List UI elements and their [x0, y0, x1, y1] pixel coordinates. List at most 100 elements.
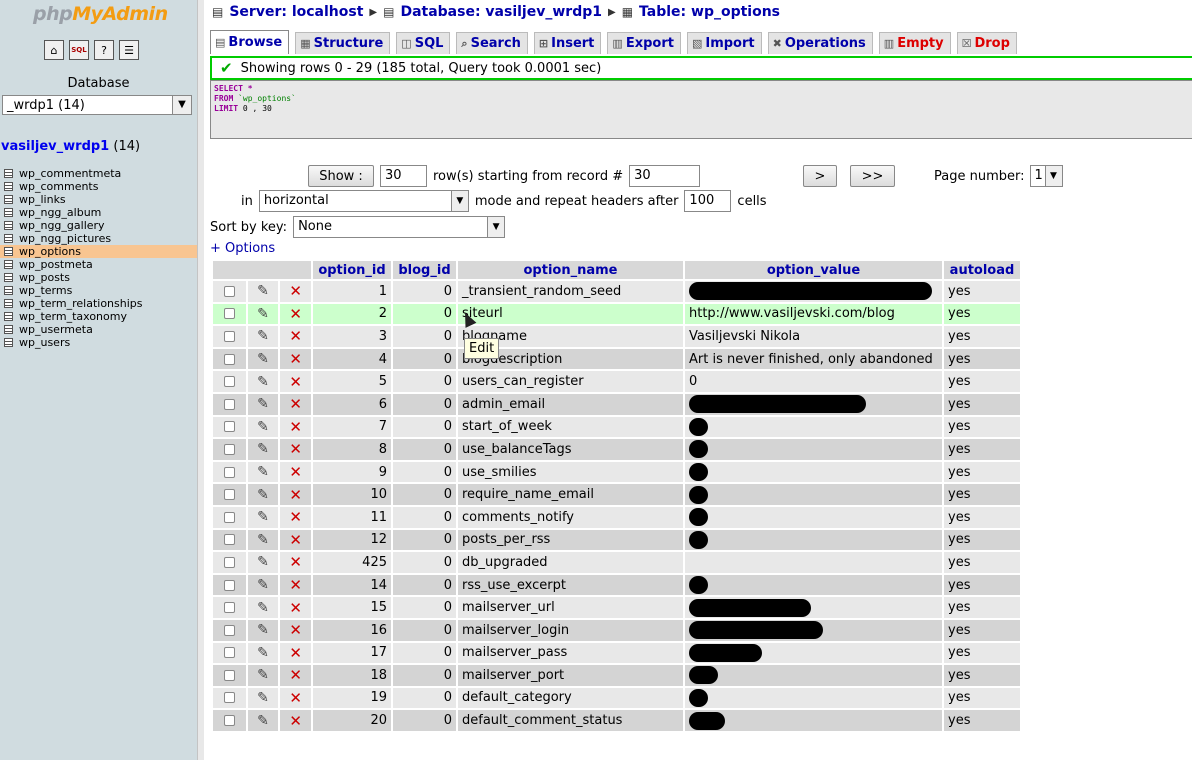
edit-pencil-icon[interactable]: ✎ [257, 509, 269, 525]
delete-x-icon[interactable]: ✕ [289, 463, 302, 481]
table-icon[interactable] [4, 260, 13, 269]
edit-pencil-icon[interactable]: ✎ [257, 351, 269, 367]
delete-x-icon[interactable]: ✕ [289, 350, 302, 368]
row-checkbox[interactable] [223, 511, 235, 523]
tab-drop[interactable]: ☒ Drop [956, 32, 1017, 54]
edit-pencil-icon[interactable]: ✎ [257, 554, 269, 570]
repeat-headers-input[interactable]: 100 [684, 190, 732, 212]
delete-x-icon[interactable]: ✕ [289, 373, 302, 391]
sidebar-item-wp-users[interactable]: wp_users [0, 336, 197, 349]
display-mode-select[interactable]: horizontal ▼ [258, 190, 469, 212]
rows-input[interactable]: 30 [380, 165, 427, 187]
table-icon[interactable] [4, 299, 13, 308]
sidebar-item-wp-ngg-pictures[interactable]: wp_ngg_pictures [0, 232, 197, 245]
edit-pencil-icon[interactable]: ✎ [257, 328, 269, 344]
edit-pencil-icon[interactable]: ✎ [257, 396, 269, 412]
edit-pencil-icon[interactable]: ✎ [257, 667, 269, 683]
sidebar-item-label[interactable]: wp_term_relationships [19, 297, 143, 310]
table-icon[interactable] [4, 221, 13, 230]
sidebar-item-wp-ngg-album[interactable]: wp_ngg_album [0, 206, 197, 219]
edit-pencil-icon[interactable]: ✎ [257, 622, 269, 638]
docs-icon[interactable]: ? [94, 40, 114, 60]
edit-pencil-icon[interactable]: ✎ [257, 600, 269, 616]
delete-x-icon[interactable]: ✕ [289, 644, 302, 662]
delete-x-icon[interactable]: ✕ [289, 621, 302, 639]
col-header-option-id[interactable]: option_id [313, 261, 391, 279]
query-icon[interactable]: ☰ [119, 40, 139, 60]
tab-import[interactable]: ▧ Import [686, 32, 762, 54]
sidebar-item-wp-ngg-gallery[interactable]: wp_ngg_gallery [0, 219, 197, 232]
col-header-autoload[interactable]: autoload [944, 261, 1020, 279]
sidebar-item-label[interactable]: wp_postmeta [19, 258, 93, 271]
sidebar-item-wp-usermeta[interactable]: wp_usermeta [0, 323, 197, 336]
tab-operations[interactable]: ✖ Operations [767, 32, 873, 54]
database-select[interactable]: _wrdp1 (14) ▼ [2, 95, 192, 115]
delete-x-icon[interactable]: ✕ [289, 440, 302, 458]
sort-key-select[interactable]: None ▼ [293, 216, 506, 238]
row-checkbox[interactable] [223, 556, 235, 568]
phpmyadmin-logo[interactable]: phpMyAdmin [33, 3, 168, 25]
table-icon[interactable] [4, 208, 13, 217]
table-icon[interactable] [4, 325, 13, 334]
row-checkbox[interactable] [223, 579, 235, 591]
sidebar-item-label[interactable]: wp_users [19, 336, 70, 349]
sidebar-item-wp-postmeta[interactable]: wp_postmeta [0, 258, 197, 271]
sidebar-item-label[interactable]: wp_terms [19, 284, 72, 297]
breadcrumb-server[interactable]: Server: localhost [229, 4, 363, 20]
show-button[interactable]: Show : [308, 165, 374, 187]
options-link[interactable]: + Options [210, 241, 275, 256]
sidebar-item-wp-links[interactable]: wp_links [0, 193, 197, 206]
table-icon[interactable] [4, 247, 13, 256]
delete-x-icon[interactable]: ✕ [289, 508, 302, 526]
delete-x-icon[interactable]: ✕ [289, 576, 302, 594]
delete-x-icon[interactable]: ✕ [289, 689, 302, 707]
col-header-option-value[interactable]: option_value [685, 261, 942, 279]
table-icon[interactable] [4, 338, 13, 347]
delete-x-icon[interactable]: ✕ [289, 712, 302, 730]
edit-pencil-icon[interactable]: ✎ [257, 713, 269, 729]
sidebar-item-label[interactable]: wp_term_taxonomy [19, 310, 127, 323]
row-checkbox[interactable] [223, 421, 235, 433]
sidebar-item-label[interactable]: wp_options [19, 245, 81, 258]
table-icon[interactable] [4, 234, 13, 243]
home-icon[interactable]: ⌂ [44, 40, 64, 60]
sidebar-item-label[interactable]: wp_usermeta [19, 323, 93, 336]
sidebar-item-wp-term-taxonomy[interactable]: wp_term_taxonomy [0, 310, 197, 323]
sidebar-item-wp-comments[interactable]: wp_comments [0, 180, 197, 193]
row-checkbox[interactable] [223, 466, 235, 478]
row-checkbox[interactable] [223, 308, 235, 320]
sidebar-item-wp-commentmeta[interactable]: wp_commentmeta [0, 167, 197, 180]
start-record-input[interactable]: 30 [629, 165, 701, 187]
sidebar-item-wp-term-relationships[interactable]: wp_term_relationships [0, 297, 197, 310]
sidebar-item-label[interactable]: wp_comments [19, 180, 98, 193]
row-checkbox[interactable] [223, 398, 235, 410]
delete-x-icon[interactable]: ✕ [289, 282, 302, 300]
delete-x-icon[interactable]: ✕ [289, 327, 302, 345]
last-page-button[interactable]: >> [850, 165, 895, 187]
col-header-option-name[interactable]: option_name [458, 261, 683, 279]
row-checkbox[interactable] [223, 376, 235, 388]
breadcrumb-database[interactable]: Database: vasiljev_wrdp1 [400, 4, 602, 20]
next-page-button[interactable]: > [803, 165, 837, 187]
table-icon[interactable] [4, 312, 13, 321]
tab-sql[interactable]: ◫ SQL [396, 32, 451, 54]
delete-x-icon[interactable]: ✕ [289, 418, 302, 436]
edit-pencil-icon[interactable]: ✎ [257, 577, 269, 593]
table-icon[interactable] [4, 195, 13, 204]
tab-insert[interactable]: ⊞ Insert [533, 32, 602, 54]
row-checkbox[interactable] [223, 353, 235, 365]
page-number-select[interactable]: 1 ▼ [1029, 165, 1063, 187]
tab-search[interactable]: ⌕ Search [456, 32, 528, 54]
database-link[interactable]: vasiljev_wrdp1 [1, 139, 109, 154]
delete-x-icon[interactable]: ✕ [289, 666, 302, 684]
tab-browse[interactable]: ▤ Browse [210, 30, 290, 54]
edit-pencil-icon[interactable]: ✎ [257, 487, 269, 503]
edit-pencil-icon[interactable]: ✎ [257, 464, 269, 480]
breadcrumb-table[interactable]: Table: wp_options [639, 4, 780, 20]
sidebar-item-wp-posts[interactable]: wp_posts [0, 271, 197, 284]
sidebar-item-label[interactable]: wp_links [19, 193, 66, 206]
edit-pencil-icon[interactable]: ✎ [257, 374, 269, 390]
table-icon[interactable] [4, 286, 13, 295]
row-checkbox[interactable] [223, 285, 235, 297]
delete-x-icon[interactable]: ✕ [289, 486, 302, 504]
